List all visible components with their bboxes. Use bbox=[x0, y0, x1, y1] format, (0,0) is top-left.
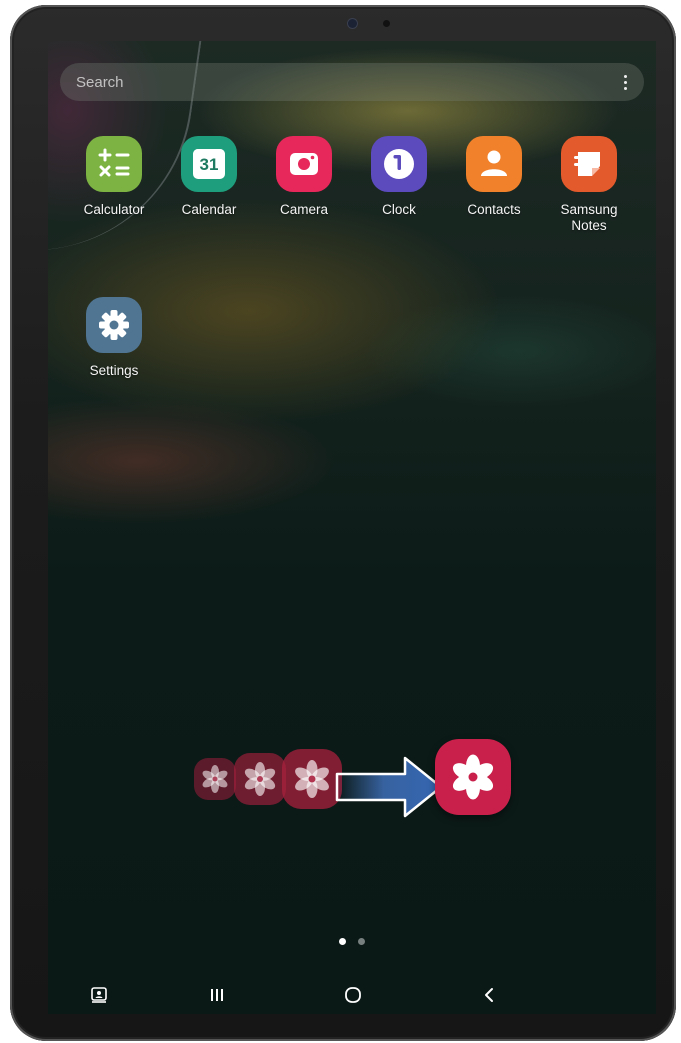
app-clock[interactable]: Clock bbox=[354, 136, 444, 218]
more-vertical-icon[interactable] bbox=[618, 73, 632, 91]
screenshot-icon[interactable] bbox=[86, 984, 112, 1006]
app-calendar[interactable]: 31 Calendar bbox=[164, 136, 254, 218]
sensor bbox=[383, 20, 390, 27]
app-label: Calculator bbox=[83, 202, 145, 217]
arrow-icon bbox=[335, 756, 443, 818]
home-screen: Search Calculator 31 Calendar Camera Clo… bbox=[48, 41, 656, 1014]
navigation-bar bbox=[48, 976, 656, 1014]
app-label: Camera bbox=[279, 202, 328, 217]
notes-icon bbox=[561, 136, 617, 192]
flower-icon bbox=[234, 753, 286, 805]
home-icon[interactable] bbox=[340, 984, 366, 1006]
front-camera bbox=[348, 19, 357, 28]
clock-icon bbox=[371, 136, 427, 192]
page-dot[interactable] bbox=[358, 938, 365, 945]
recent-apps-icon[interactable] bbox=[204, 984, 230, 1006]
search-placeholder: Search bbox=[76, 74, 124, 91]
app-settings[interactable]: Settings bbox=[69, 297, 159, 379]
search-bar[interactable]: Search bbox=[60, 63, 644, 101]
app-camera[interactable]: Camera bbox=[259, 136, 349, 218]
flower-icon bbox=[282, 749, 342, 809]
app-calculator[interactable]: Calculator bbox=[69, 136, 159, 218]
app-label: Calendar bbox=[181, 202, 237, 217]
flower-icon bbox=[435, 739, 511, 815]
app-label: Samsung Notes bbox=[560, 202, 618, 233]
app-label: Clock bbox=[382, 202, 416, 217]
flower-icon bbox=[194, 758, 236, 800]
app-contacts[interactable]: Contacts bbox=[449, 136, 539, 218]
calendar-date: 31 bbox=[199, 155, 219, 174]
app-samsung-notes[interactable]: Samsung Notes bbox=[544, 136, 634, 234]
calculator-icon bbox=[86, 136, 142, 192]
back-icon[interactable] bbox=[476, 984, 502, 1006]
app-label: Contacts bbox=[467, 202, 521, 217]
contacts-icon bbox=[466, 136, 522, 192]
settings-icon bbox=[86, 297, 142, 353]
page-indicator bbox=[339, 938, 369, 946]
calendar-icon: 31 bbox=[181, 136, 237, 192]
app-label: Settings bbox=[89, 363, 139, 378]
camera-icon bbox=[276, 136, 332, 192]
page-dot-active[interactable] bbox=[339, 938, 346, 945]
